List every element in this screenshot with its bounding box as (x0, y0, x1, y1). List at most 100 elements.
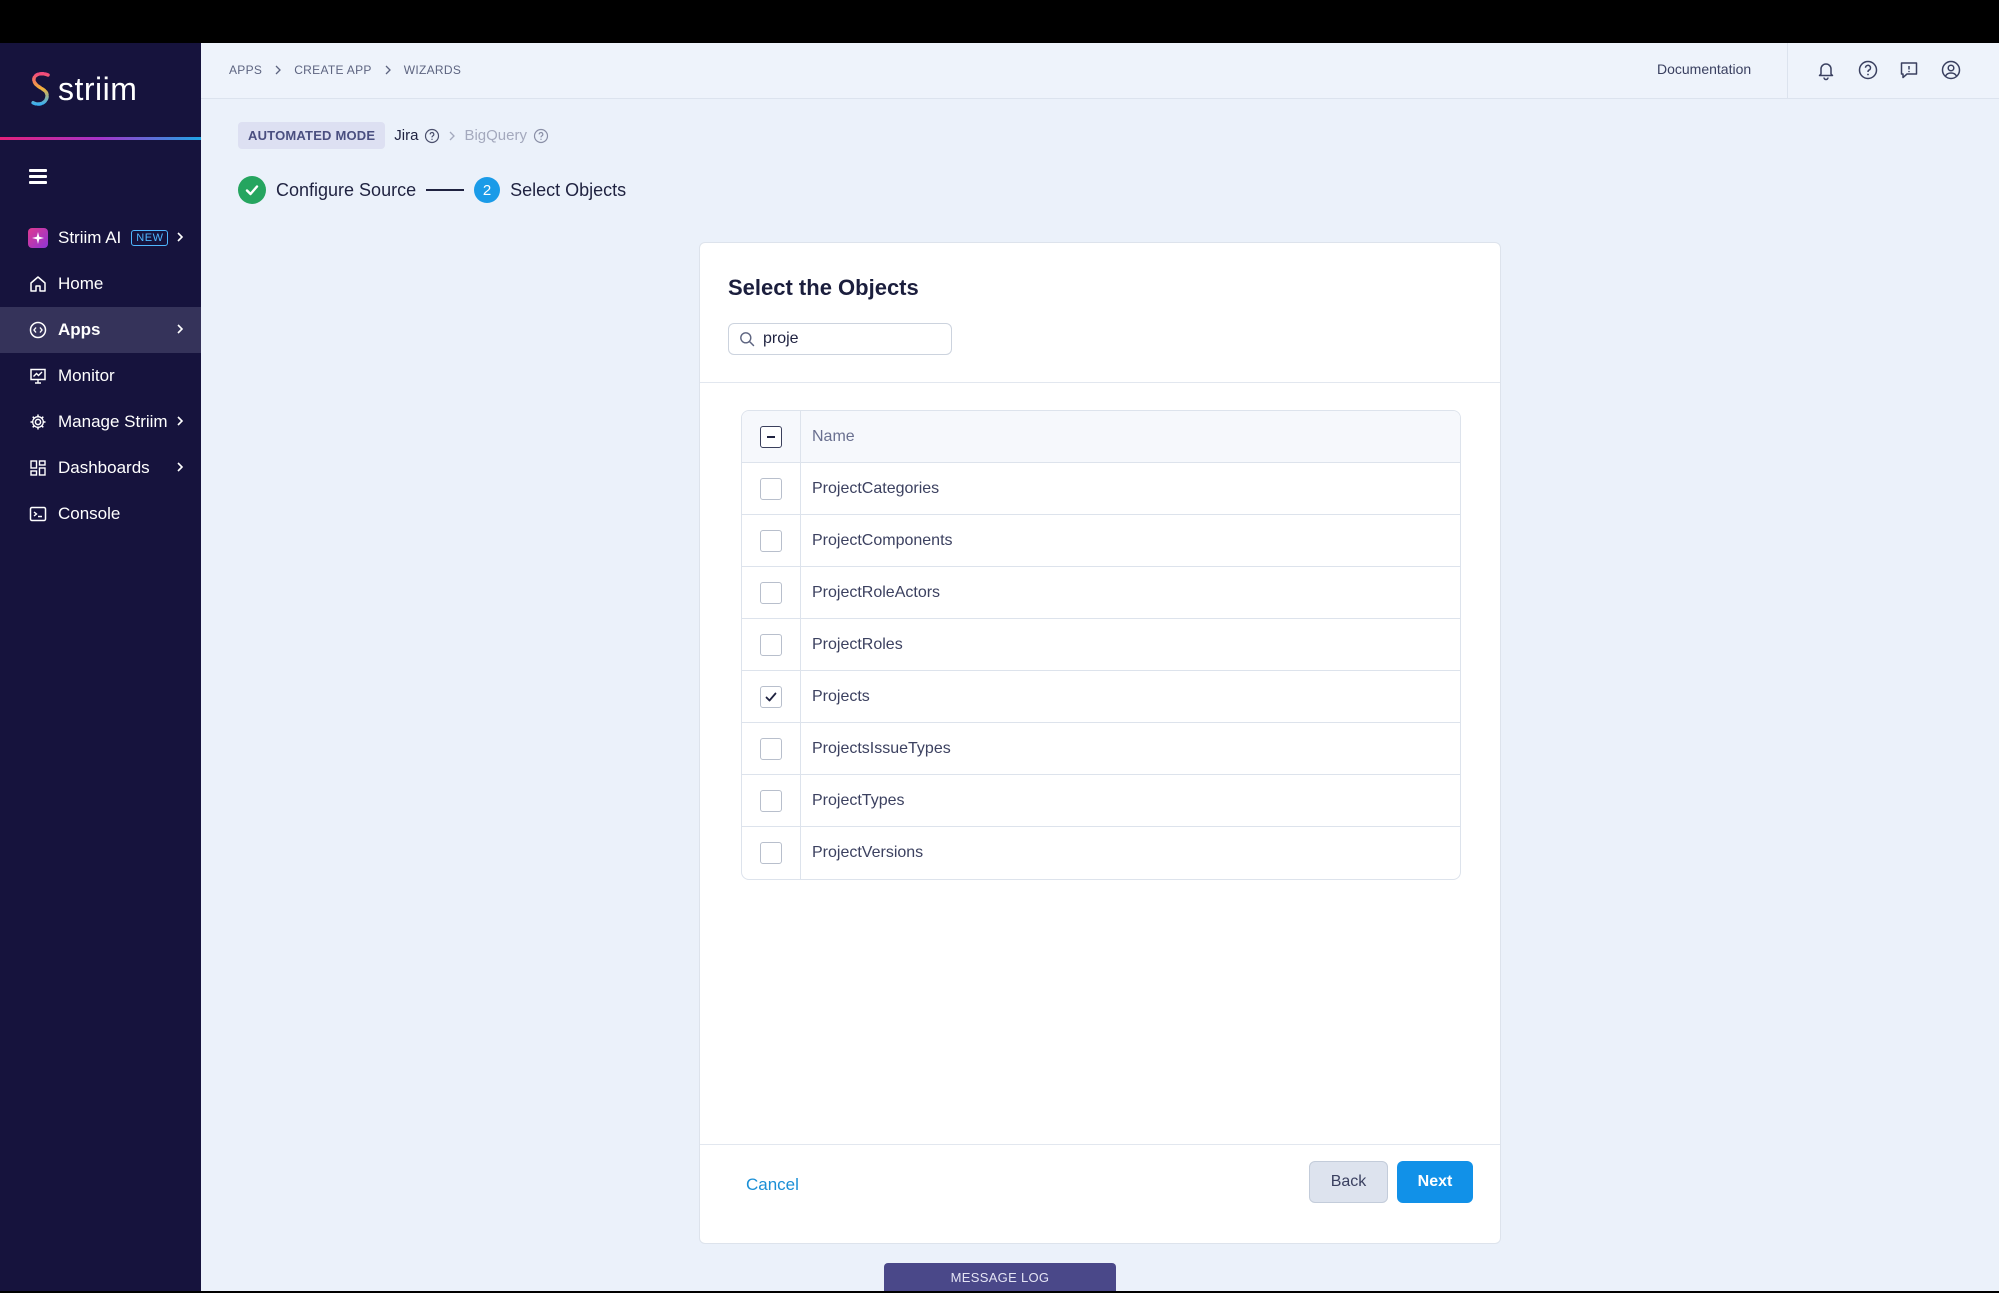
dashboard-icon (28, 458, 48, 478)
help-icon[interactable] (424, 128, 440, 144)
card-divider (700, 382, 1500, 383)
header-divider (1787, 43, 1788, 99)
gear-icon (28, 412, 48, 432)
bell-icon[interactable] (1815, 59, 1837, 81)
sidebar-item-label: Monitor (58, 366, 115, 385)
documentation-link[interactable]: Documentation (1657, 61, 1751, 77)
table-row[interactable]: ProjectRoleActors (742, 567, 1460, 619)
row-checkbox[interactable] (760, 477, 782, 500)
sidebar-item-label: Home (58, 274, 104, 293)
row-checkbox[interactable] (760, 633, 782, 656)
sidebar-item-home[interactable]: Home (0, 261, 201, 307)
next-button[interactable]: Next (1397, 1161, 1473, 1203)
table-header-row: Name (742, 411, 1460, 463)
mode-row: AUTOMATED MODE Jira BigQuery (238, 122, 549, 149)
mode-badge: AUTOMATED MODE (238, 122, 386, 149)
minus-icon (767, 435, 775, 438)
sidebar-item-console[interactable]: Console (0, 491, 201, 537)
table-body: ProjectCategories ProjectComponents Projec… (742, 463, 1460, 879)
search-box (728, 323, 952, 355)
row-checkbox[interactable] (760, 789, 782, 812)
sidebar: striim Striim AI NEW Home Apps Monitor M… (0, 43, 201, 1291)
striim-logo-icon (30, 71, 50, 106)
row-checkbox[interactable] (760, 842, 782, 864)
sidebar-item-apps[interactable]: Apps (0, 307, 201, 353)
object-name: ProjectVersions (812, 844, 924, 861)
chevron-right-icon (177, 462, 184, 472)
column-header-name[interactable]: Name (801, 411, 1460, 462)
table-row[interactable]: ProjectRoles (742, 619, 1460, 671)
home-icon (28, 274, 48, 294)
card-title: Select the Objects (728, 275, 919, 300)
apps-icon (28, 320, 48, 340)
row-check-cell (742, 723, 801, 774)
target-name: BigQuery (464, 127, 527, 144)
search-input[interactable] (763, 330, 943, 348)
chevron-right-icon (177, 324, 184, 334)
source-name: Jira (394, 127, 419, 144)
top-header: APPS CREATE APP WIZARDS Documentation (201, 43, 1999, 99)
row-check-cell (742, 619, 801, 670)
monitor-icon (28, 366, 48, 386)
breadcrumb: APPS CREATE APP WIZARDS (229, 63, 461, 77)
feedback-icon[interactable] (1898, 59, 1920, 81)
logo-text: striim (58, 70, 138, 107)
header-check-cell (742, 411, 801, 462)
object-name: ProjectsIssueTypes (812, 739, 951, 757)
sidebar-item-label: Dashboards (58, 458, 150, 477)
row-checkbox[interactable] (760, 685, 782, 708)
table-row[interactable]: ProjectVersions (742, 827, 1460, 879)
row-check-cell (742, 567, 801, 618)
menu-toggle-icon[interactable] (29, 169, 49, 185)
object-name: ProjectCategories (812, 479, 940, 497)
table-row[interactable]: Projects (742, 671, 1460, 723)
row-check-cell (742, 671, 801, 722)
screen-top-bar (0, 0, 1999, 43)
sidebar-item-manage-striim[interactable]: Manage Striim (0, 399, 201, 445)
row-check-cell (742, 775, 801, 826)
table-row[interactable]: ProjectComponents (742, 515, 1460, 567)
help-icon[interactable] (1857, 59, 1879, 81)
object-name: ProjectRoleActors (812, 583, 941, 601)
chevron-right-icon (449, 131, 456, 140)
sidebar-item-label: Manage Striim (58, 412, 168, 431)
sidebar-item-monitor[interactable]: Monitor (0, 353, 201, 399)
striim-logo[interactable]: striim (28, 69, 137, 109)
row-check-cell (742, 463, 801, 514)
row-check-cell (742, 827, 801, 879)
objects-table: Name ProjectCategories ProjectComponents P… (741, 410, 1461, 880)
step-connector (426, 189, 465, 191)
chevron-right-icon (385, 65, 391, 75)
help-icon[interactable] (533, 128, 549, 144)
object-name: ProjectRoles (812, 635, 903, 653)
user-icon[interactable] (1940, 59, 1962, 81)
sidebar-item-dashboards[interactable]: Dashboards (0, 445, 201, 491)
terminal-icon (28, 504, 48, 524)
sidebar-item-striim-ai[interactable]: Striim AI NEW (0, 215, 201, 261)
row-checkbox[interactable] (760, 581, 782, 604)
back-button[interactable]: Back (1309, 1161, 1388, 1203)
main-area: APPS CREATE APP WIZARDS Documentation AU… (201, 43, 1999, 1291)
object-name: ProjectComponents (812, 531, 953, 549)
step-select-objects: Select Objects (510, 179, 627, 200)
table-row[interactable]: ProjectsIssueTypes (742, 723, 1460, 775)
breadcrumb-apps[interactable]: APPS (229, 63, 262, 77)
object-name: Projects (812, 687, 870, 705)
sidebar-item-label: Apps (58, 320, 101, 339)
breadcrumb-wizards[interactable]: WIZARDS (404, 63, 461, 77)
search-icon (740, 332, 755, 347)
row-checkbox[interactable] (760, 737, 782, 760)
chevron-right-icon (177, 416, 184, 426)
breadcrumb-create-app[interactable]: CREATE APP (294, 63, 371, 77)
wizard-steps: Configure Source 2 Select Objects (238, 176, 626, 204)
sidebar-item-label: Striim AI (58, 228, 122, 247)
step-configure-source: Configure Source (276, 179, 417, 200)
select-all-checkbox[interactable] (760, 425, 782, 448)
sidebar-nav: Striim AI NEW Home Apps Monitor Manage S… (0, 215, 201, 537)
row-checkbox[interactable] (760, 529, 782, 552)
checkmark-icon (765, 692, 777, 701)
table-row[interactable]: ProjectCategories (742, 463, 1460, 515)
table-row[interactable]: ProjectTypes (742, 775, 1460, 827)
cancel-button[interactable]: Cancel (746, 1175, 799, 1195)
message-log-button[interactable]: MESSAGE LOG (884, 1263, 1116, 1291)
